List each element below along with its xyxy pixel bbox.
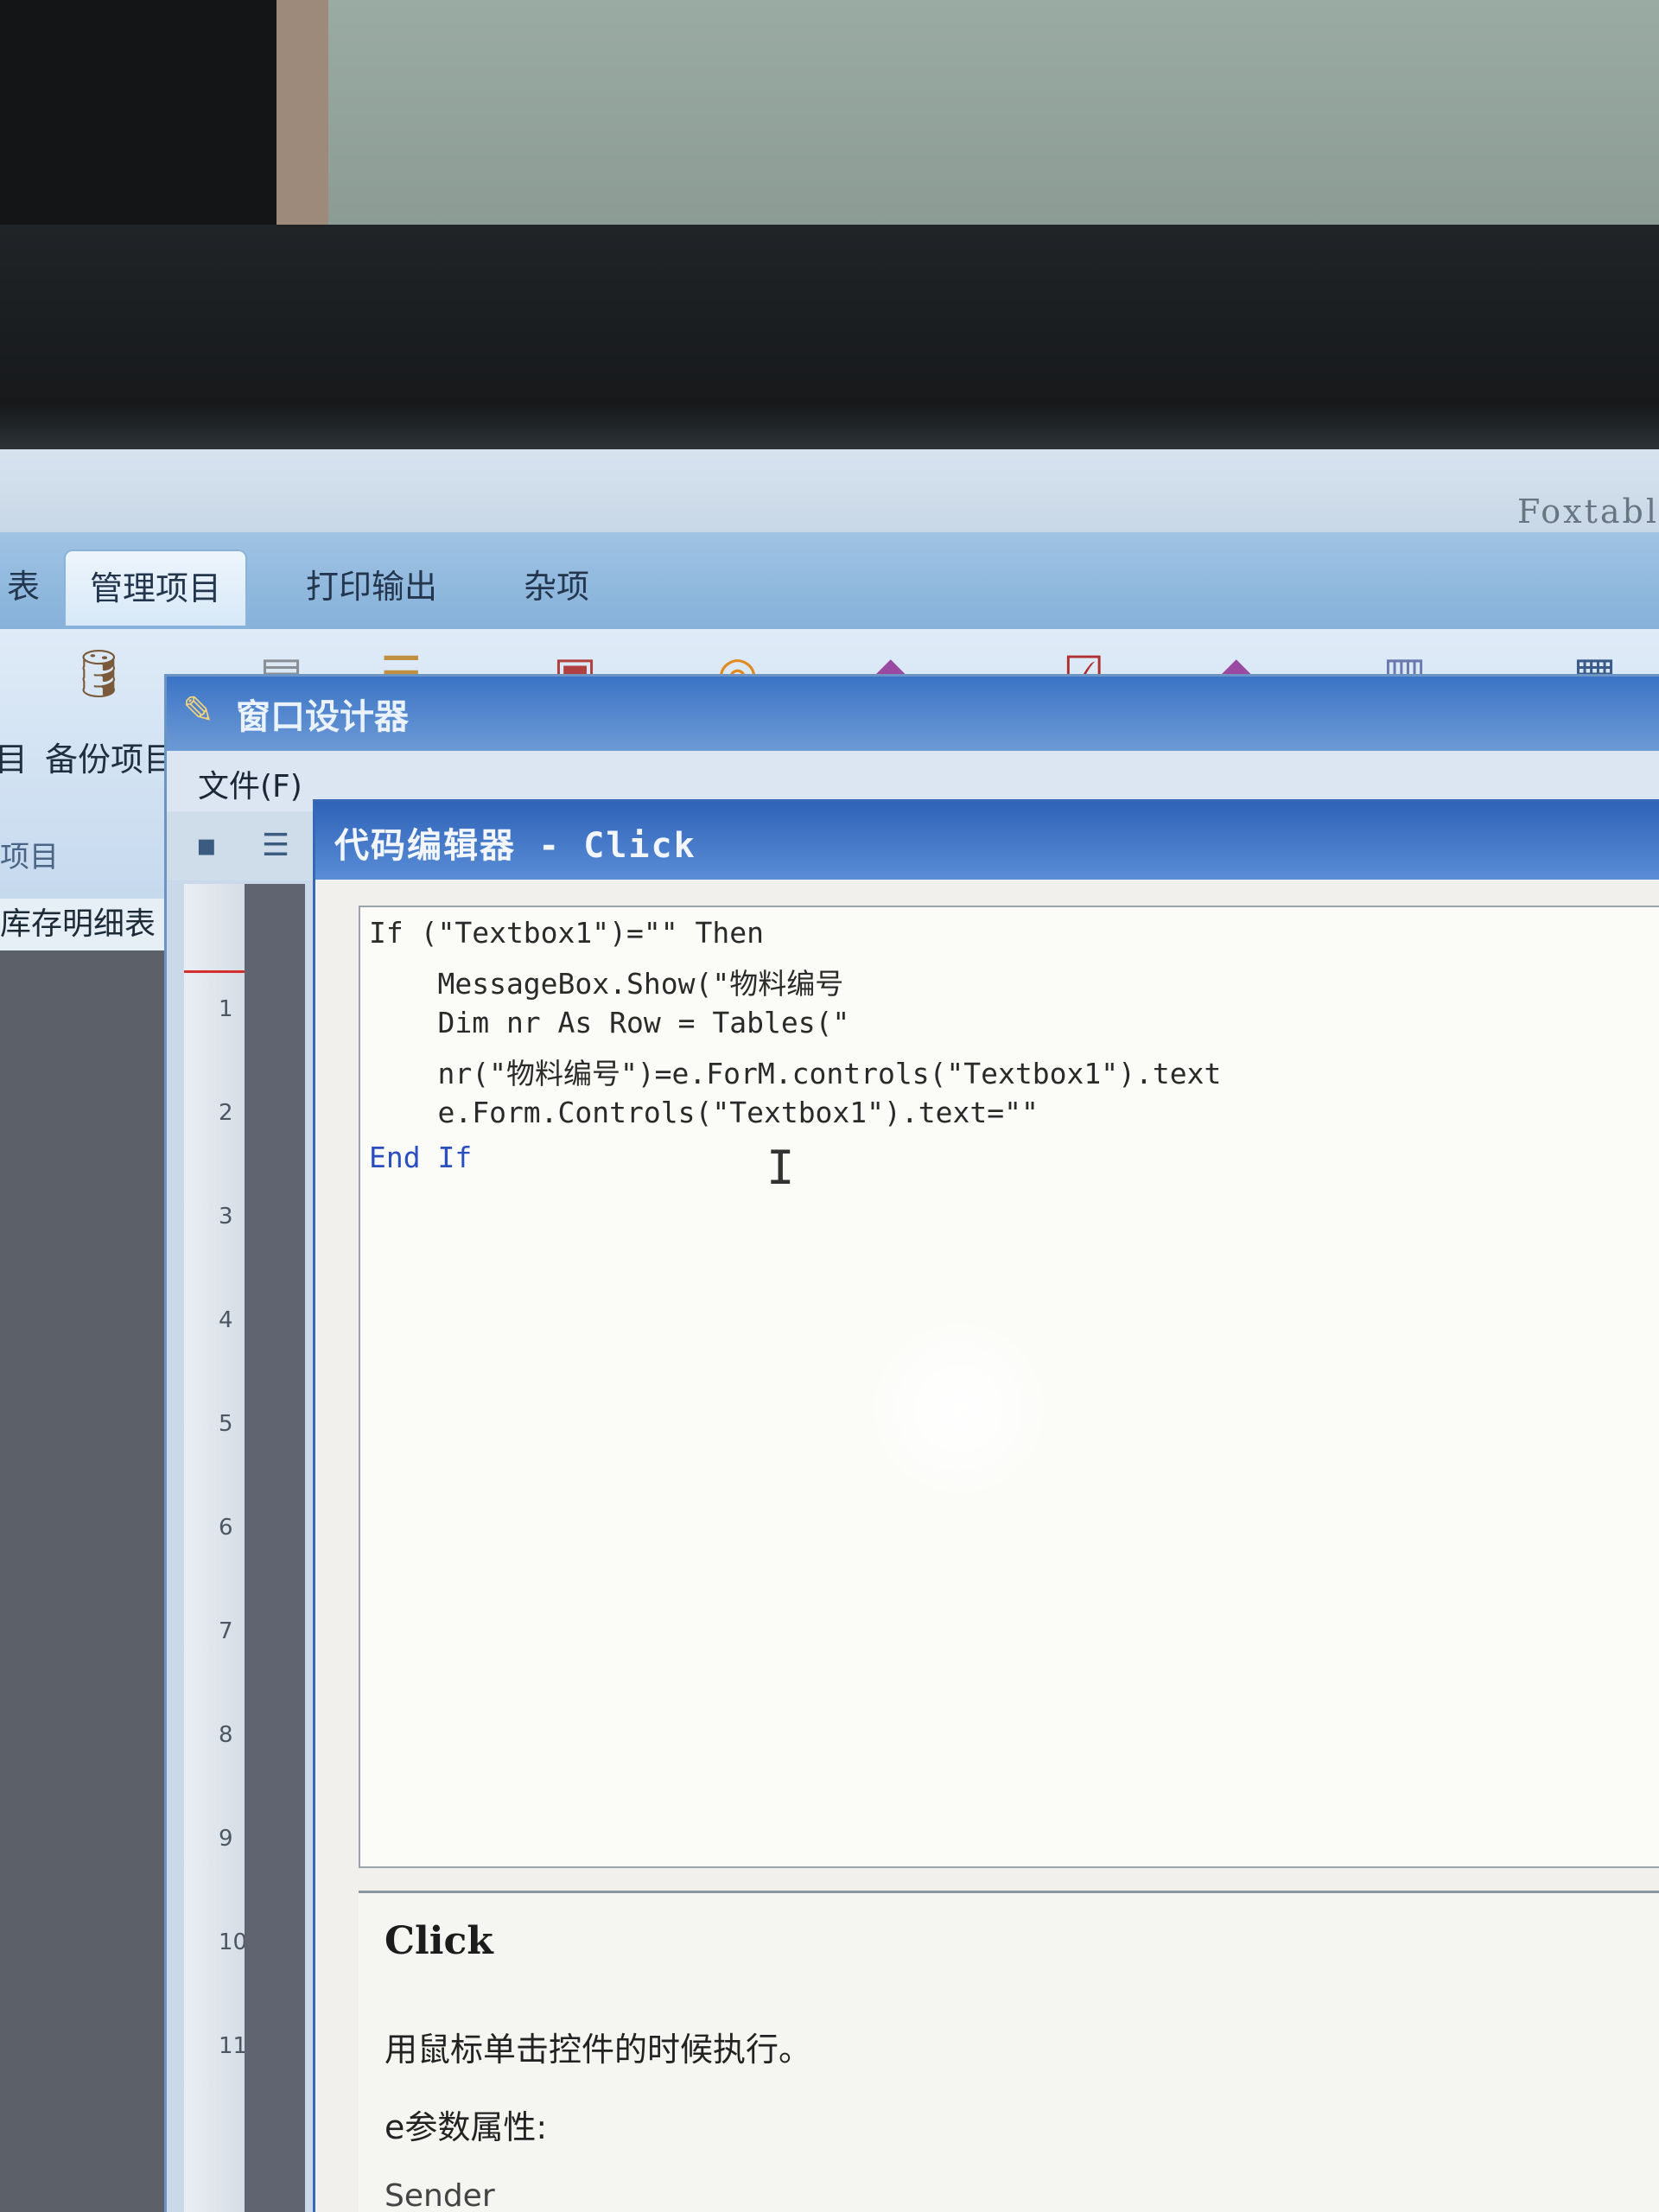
monitor-screen: Foxtabl 表 管理项目 打印输出 杂项 🛢 ▤ ☰ ▣ ◎ ◆ ☑ ◆ ▥… <box>0 449 1659 2212</box>
app-title: Foxtabl <box>1516 493 1659 531</box>
ribbon-group-label: 项目 <box>0 840 59 874</box>
tab-misc[interactable]: 杂项 <box>499 550 613 624</box>
ruler-number: 10 <box>219 1929 248 1955</box>
text-cursor-icon: I <box>766 1141 795 1195</box>
background-frame <box>276 0 328 251</box>
align-icon[interactable]: ☰ <box>253 823 298 868</box>
designer-app-icon: ✎ <box>182 689 214 733</box>
editor-title-bar: 代码编辑器 - Click <box>315 802 1659 880</box>
code-line-2: MessageBox.Show("物料编号 <box>369 967 844 1001</box>
background-wall <box>328 0 1659 225</box>
ruler-number: 5 <box>219 1411 233 1437</box>
code-line-4: nr("物料编号")=e.ForM.controls("Textbox1").t… <box>369 1057 1222 1090</box>
ruler-number: 4 <box>219 1307 233 1333</box>
table-tab-inventory[interactable]: 库存明细表 <box>0 899 173 950</box>
code-input[interactable]: If ("Textbox1")="" Then MessageBox.Show(… <box>359 906 1659 1868</box>
help-description: 用鼠标单击控件的时候执行。 <box>385 2031 812 2069</box>
ruler-number: 3 <box>219 1204 233 1230</box>
app-title-bar: Foxtabl <box>0 449 1659 532</box>
editor-title: 代码编辑器 - Click <box>334 826 696 866</box>
vertical-ruler: 1 2 3 4 5 6 7 8 9 10 11 <box>184 884 248 2212</box>
designer-title-bar: ✎ 窗口设计器 <box>167 677 1659 751</box>
ruler-number: 9 <box>219 1826 233 1852</box>
database-backup-icon[interactable]: 🛢 <box>69 646 129 702</box>
code-line-3: Dim nr As Row = Tables(" <box>369 1006 850 1039</box>
designer-title: 窗口设计器 <box>236 697 409 737</box>
tab-print-output[interactable]: 打印输出 <box>282 550 461 624</box>
menu-file[interactable]: 文件(F) <box>198 761 302 806</box>
monitor-bezel <box>0 225 1659 449</box>
ruler-number: 11 <box>219 2033 248 2059</box>
ruler-number: 1 <box>219 996 233 1022</box>
ribbon-label-backup[interactable]: 备份项目 <box>45 733 176 780</box>
ruler-number: 2 <box>219 1100 233 1126</box>
tab-manage-project[interactable]: 管理项目 <box>64 550 248 626</box>
code-line-6: End If <box>369 1141 473 1174</box>
ribbon-label-project: 目 <box>0 741 29 779</box>
code-line-5: e.Form.Controls("Textbox1").text="" <box>369 1096 1039 1129</box>
code-line-1: If ("Textbox1")="" Then <box>369 916 764 950</box>
tab-table[interactable]: 表 <box>0 550 64 624</box>
save-icon[interactable]: ▪ <box>184 823 229 868</box>
help-panel: Click 用鼠标单击控件的时候执行。 e参数属性: Sender <box>359 1891 1659 2212</box>
ruler-marker <box>184 970 245 973</box>
background-shadow <box>0 0 285 259</box>
ruler-number: 6 <box>219 1515 233 1541</box>
ruler-number: 7 <box>219 1618 233 1644</box>
ribbon-tab-bar: 表 管理项目 打印输出 杂项 <box>0 532 1659 629</box>
code-editor-window: 代码编辑器 - Click If ("Textbox1")="" Then Me… <box>313 799 1659 2212</box>
design-canvas[interactable] <box>245 884 305 2212</box>
help-sender: Sender <box>385 2178 495 2212</box>
ruler-number: 8 <box>219 1722 233 1748</box>
help-title: Click <box>385 1919 493 1963</box>
help-params-heading: e参数属性: <box>385 2108 548 2146</box>
